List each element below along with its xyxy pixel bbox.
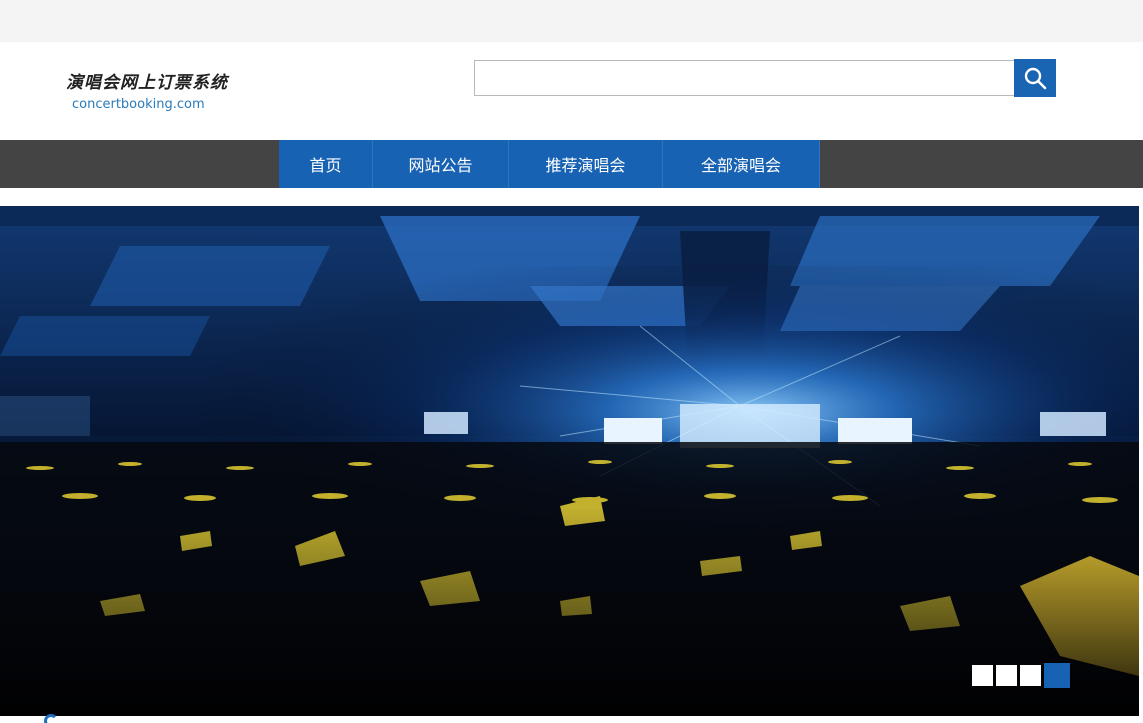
search-bar (474, 59, 1056, 97)
logo-url: concertbooking.com (72, 97, 205, 112)
carousel-dot-2[interactable] (996, 665, 1017, 686)
nav-item-recommended[interactable]: 推荐演唱会 (509, 140, 663, 188)
main-nav: 首页 网站公告 推荐演唱会 全部演唱会 (0, 140, 1143, 188)
site-header: 演唱会网上订票系统 concertbooking.com (0, 42, 1143, 140)
carousel-dot-4-active[interactable] (1044, 663, 1070, 688)
top-bar (0, 0, 1143, 42)
nav-item-announcements[interactable]: 网站公告 (373, 140, 509, 188)
search-icon (1024, 67, 1047, 90)
site-logo[interactable]: 演唱会网上订票系统 concertbooking.com (66, 72, 266, 113)
banner-carousel[interactable] (0, 206, 1139, 716)
section-icon (44, 714, 58, 723)
search-input[interactable] (474, 60, 1014, 96)
carousel-dot-1[interactable] (972, 665, 993, 686)
nav-item-home[interactable]: 首页 (279, 140, 373, 188)
nav-item-all-concerts[interactable]: 全部演唱会 (663, 140, 820, 188)
concert-crowd-image (0, 206, 1139, 716)
content-divider (0, 716, 1143, 723)
search-button[interactable] (1014, 59, 1056, 97)
carousel-indicators (972, 663, 1070, 688)
carousel-dot-3[interactable] (1020, 665, 1041, 686)
logo-title: 演唱会网上订票系统 (66, 73, 228, 93)
